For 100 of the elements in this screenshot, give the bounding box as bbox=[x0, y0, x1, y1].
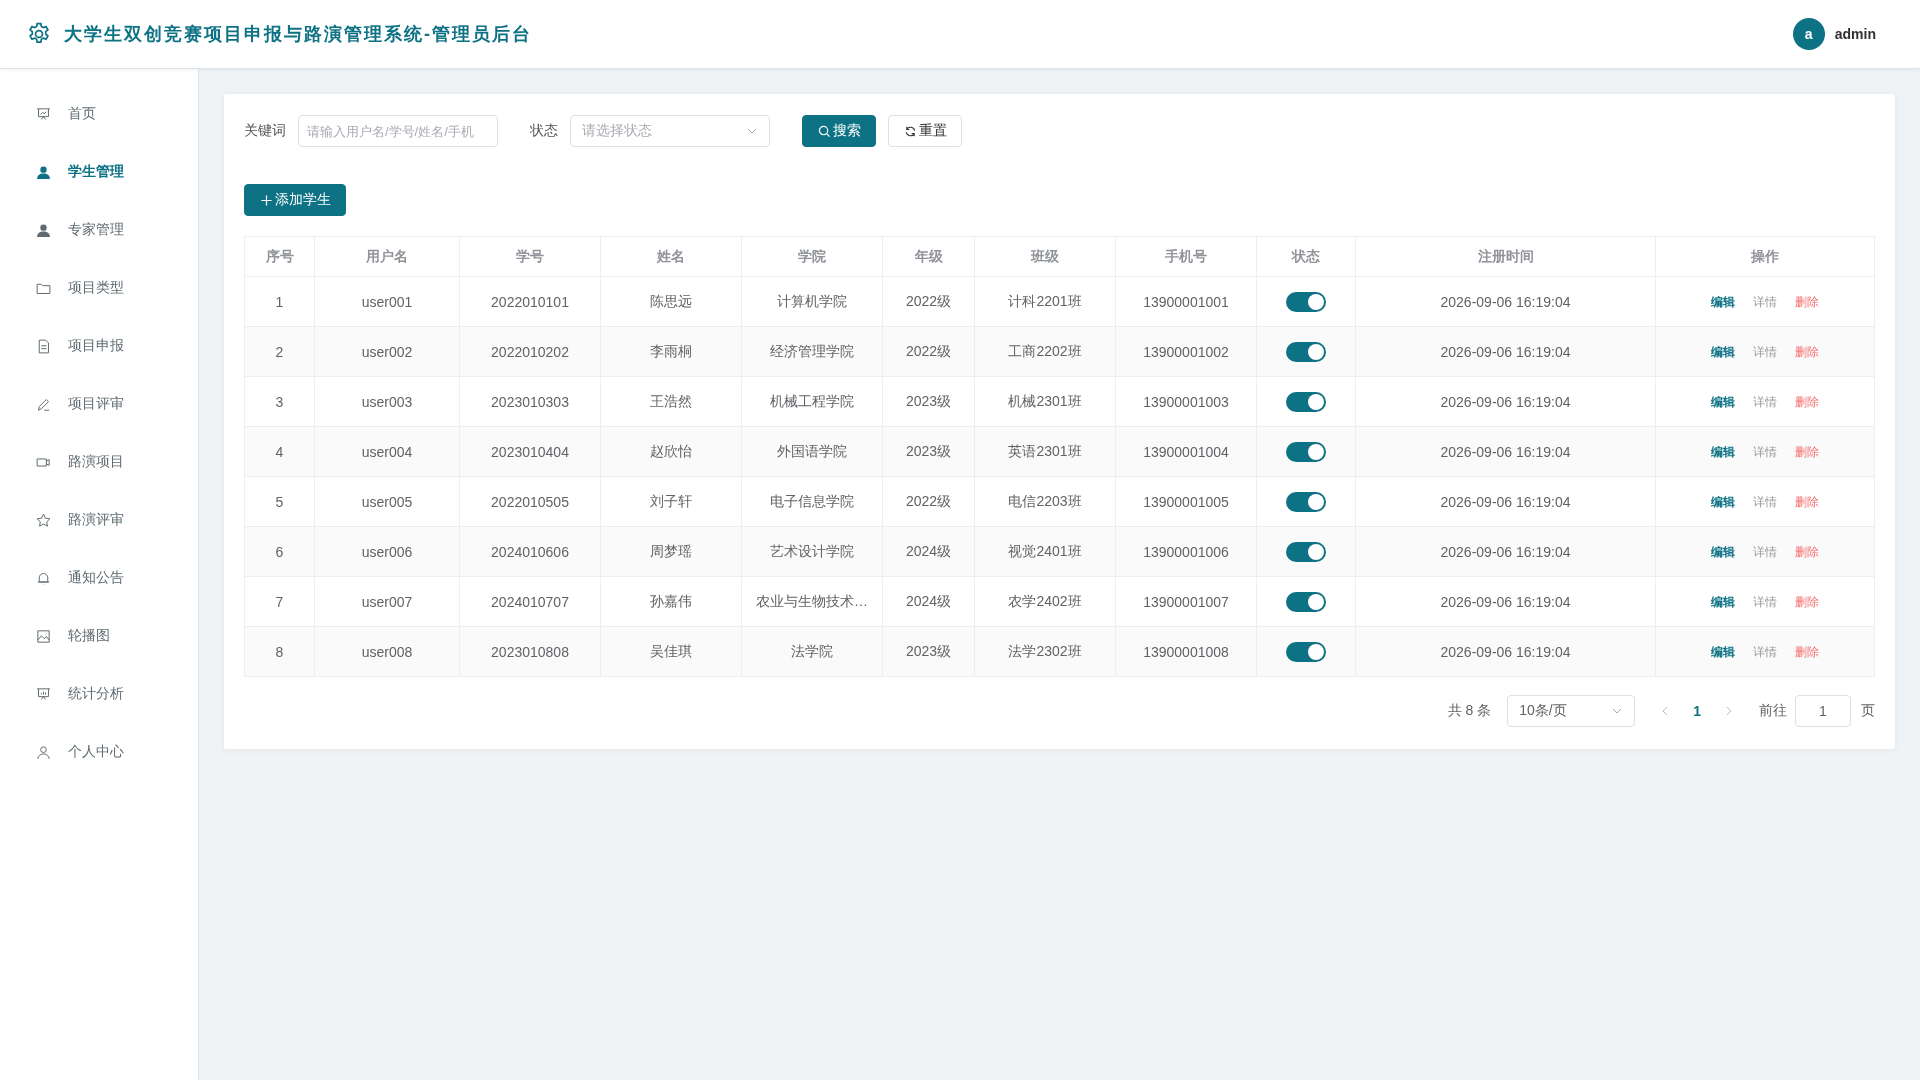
add-student-button[interactable]: 添加学生 bbox=[244, 184, 346, 216]
sidebar-item[interactable]: 通知公告 bbox=[0, 549, 198, 607]
table-cell: 13900001007 bbox=[1115, 576, 1257, 627]
table-cell: 13900001001 bbox=[1115, 276, 1257, 327]
column-header: 学号 bbox=[459, 236, 601, 277]
sidebar-item[interactable]: 项目评审 bbox=[0, 375, 198, 433]
column-header: 班级 bbox=[974, 236, 1116, 277]
action-link[interactable]: 编辑 bbox=[1711, 393, 1735, 411]
action-link[interactable]: 删除 bbox=[1795, 293, 1819, 311]
status-toggle[interactable] bbox=[1286, 341, 1326, 362]
table-cell: 计科2201班 bbox=[974, 276, 1116, 327]
action-link[interactable]: 详情 bbox=[1753, 643, 1777, 661]
sidebar-item[interactable]: 首页 bbox=[0, 85, 198, 143]
sidebar-item[interactable]: 项目类型 bbox=[0, 259, 198, 317]
table-cell: 2026-09-06 16:19:04 bbox=[1355, 476, 1656, 527]
table-cell: 3 bbox=[244, 376, 315, 427]
status-toggle[interactable] bbox=[1286, 291, 1326, 312]
table-cell: 王浩然 bbox=[600, 376, 742, 427]
status-toggle[interactable] bbox=[1286, 591, 1326, 612]
action-link[interactable]: 编辑 bbox=[1711, 343, 1735, 361]
action-link[interactable]: 详情 bbox=[1753, 543, 1777, 561]
action-link[interactable]: 编辑 bbox=[1711, 543, 1735, 561]
table-cell: 机械工程学院 bbox=[741, 376, 883, 427]
table-cell: 13900001002 bbox=[1115, 326, 1257, 377]
action-link[interactable]: 编辑 bbox=[1711, 293, 1735, 311]
table-cell: user005 bbox=[314, 476, 460, 527]
reset-button[interactable]: 重置 bbox=[888, 115, 962, 147]
table-cell: 外国语学院 bbox=[741, 426, 883, 477]
action-link[interactable]: 编辑 bbox=[1711, 593, 1735, 611]
table-cell: 2022010505 bbox=[459, 476, 601, 527]
sidebar-item[interactable]: 轮播图 bbox=[0, 607, 198, 665]
status-toggle[interactable] bbox=[1286, 391, 1326, 412]
action-link[interactable]: 删除 bbox=[1795, 343, 1819, 361]
action-link[interactable]: 编辑 bbox=[1711, 493, 1735, 511]
action-link[interactable]: 删除 bbox=[1795, 443, 1819, 461]
action-link[interactable]: 编辑 bbox=[1711, 643, 1735, 661]
table-cell: 农业与生物技术… bbox=[741, 576, 883, 627]
page-size-select[interactable]: 10条/页 bbox=[1507, 695, 1636, 727]
goto-page-field[interactable]: 1 bbox=[1795, 695, 1851, 727]
sidebar-item[interactable]: 学生管理 bbox=[0, 143, 198, 201]
table-cell: 2023级 bbox=[882, 376, 975, 427]
table-cell: 2024010606 bbox=[459, 526, 601, 577]
page-suffix: 页 bbox=[1861, 702, 1875, 720]
action-link[interactable]: 删除 bbox=[1795, 593, 1819, 611]
status-toggle[interactable] bbox=[1286, 441, 1326, 462]
action-link[interactable]: 详情 bbox=[1753, 493, 1777, 511]
sidebar-item[interactable]: 项目申报 bbox=[0, 317, 198, 375]
status-toggle[interactable] bbox=[1286, 541, 1326, 562]
table-cell: 2022级 bbox=[882, 476, 975, 527]
table-cell: user006 bbox=[314, 526, 460, 577]
total-count: 共 8 条 bbox=[1447, 702, 1492, 720]
column-header: 状态 bbox=[1256, 236, 1356, 277]
page-number[interactable]: 1 bbox=[1693, 703, 1701, 719]
user-avatar[interactable]: a bbox=[1792, 18, 1825, 50]
sidebar-item[interactable]: 路演项目 bbox=[0, 433, 198, 491]
table-cell: user001 bbox=[314, 276, 460, 327]
table-cell: 2022级 bbox=[882, 326, 975, 377]
column-header: 学院 bbox=[741, 236, 883, 277]
action-link[interactable]: 删除 bbox=[1795, 393, 1819, 411]
table-cell: 4 bbox=[244, 426, 315, 477]
table-cell: 2024级 bbox=[882, 526, 975, 577]
action-link[interactable]: 详情 bbox=[1753, 593, 1777, 611]
person-icon bbox=[35, 163, 52, 181]
table-cell: 电信2203班 bbox=[974, 476, 1116, 527]
table-cell: 周梦瑶 bbox=[600, 526, 742, 577]
sidebar-item[interactable]: 个人中心 bbox=[0, 723, 198, 781]
column-header: 姓名 bbox=[600, 236, 742, 277]
search-button[interactable]: 搜索 bbox=[802, 115, 876, 147]
action-link[interactable]: 详情 bbox=[1753, 343, 1777, 361]
table-cell: 艺术设计学院 bbox=[741, 526, 883, 577]
column-header: 序号 bbox=[244, 236, 315, 277]
table-cell: 6 bbox=[244, 526, 315, 577]
table-cell: 李雨桐 bbox=[600, 326, 742, 377]
action-link[interactable]: 编辑 bbox=[1711, 443, 1735, 461]
table-cell: 1 bbox=[244, 276, 315, 327]
action-link[interactable]: 详情 bbox=[1753, 443, 1777, 461]
table-cell: user007 bbox=[314, 576, 460, 627]
app-title: 大学生双创竞赛项目申报与路演管理系统-管理员后台 bbox=[64, 23, 532, 46]
table-cell: 2023010404 bbox=[459, 426, 601, 477]
table-cell: 经济管理学院 bbox=[741, 326, 883, 377]
action-link[interactable]: 详情 bbox=[1753, 393, 1777, 411]
action-link[interactable]: 删除 bbox=[1795, 493, 1819, 511]
sidebar-item[interactable]: 专家管理 bbox=[0, 201, 198, 259]
action-link[interactable]: 删除 bbox=[1795, 543, 1819, 561]
table-cell: 2026-09-06 16:19:04 bbox=[1355, 576, 1656, 627]
table-cell: 法学院 bbox=[741, 626, 883, 677]
table-cell: 2023010303 bbox=[459, 376, 601, 427]
table-cell: 孙嘉伟 bbox=[600, 576, 742, 627]
table-cell: 机械2301班 bbox=[974, 376, 1116, 427]
action-link[interactable]: 删除 bbox=[1795, 643, 1819, 661]
action-link[interactable]: 详情 bbox=[1753, 293, 1777, 311]
sidebar-item[interactable]: 统计分析 bbox=[0, 665, 198, 723]
table-cell: 13900001003 bbox=[1115, 376, 1257, 427]
table-cell: 英语2301班 bbox=[974, 426, 1116, 477]
keyword-field[interactable]: 请输入用户名/学号/姓名/手机 bbox=[298, 115, 498, 147]
user-name[interactable]: admin bbox=[1834, 26, 1876, 42]
status-toggle[interactable] bbox=[1286, 491, 1326, 512]
status-toggle[interactable] bbox=[1286, 641, 1326, 662]
sidebar-item[interactable]: 路演评审 bbox=[0, 491, 198, 549]
status-label: 状态 bbox=[530, 122, 558, 140]
